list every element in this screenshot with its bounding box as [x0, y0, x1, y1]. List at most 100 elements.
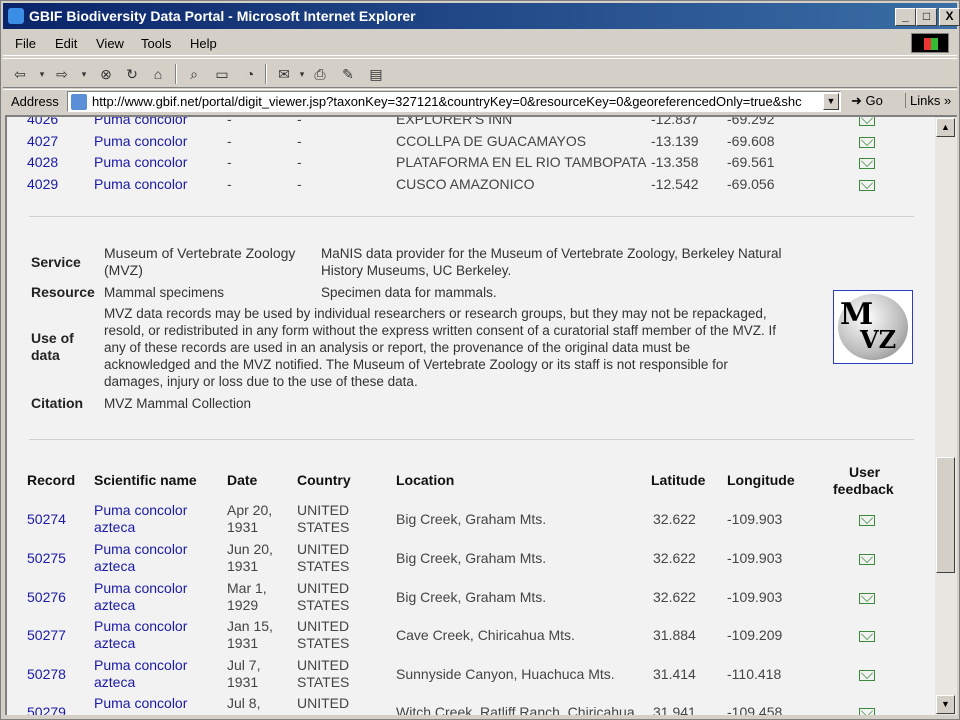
scientific-name-link-cont[interactable]: azteca: [94, 674, 135, 690]
forward-dropdown-icon[interactable]: ▾: [75, 65, 93, 83]
feedback-envelope-icon[interactable]: [859, 631, 875, 642]
latitude-cell: 31.414: [653, 666, 696, 682]
date-cell: -: [227, 176, 232, 192]
resource-label: Resource: [31, 284, 95, 300]
resource-description: Specimen data for mammals.: [321, 285, 497, 300]
minimize-button[interactable]: _: [895, 8, 916, 26]
feedback-envelope-icon[interactable]: [859, 137, 875, 148]
scientific-name-link[interactable]: Puma concolor: [94, 176, 187, 192]
feedback-envelope-icon[interactable]: [859, 593, 875, 604]
scientific-name-link[interactable]: Puma concolor: [94, 133, 187, 149]
scientific-name-link[interactable]: Puma concolor: [94, 154, 187, 170]
address-url[interactable]: http://www.gbif.net/portal/digit_viewer.…: [92, 94, 802, 109]
scrollbar-thumb[interactable]: [936, 457, 955, 573]
menu-file[interactable]: File: [15, 36, 36, 51]
window-title: GBIF Biodiversity Data Portal - Microsof…: [29, 8, 416, 24]
service-link-abbrev[interactable]: (MVZ): [104, 262, 143, 279]
feedback-envelope-icon[interactable]: [859, 158, 875, 169]
record-link[interactable]: 50274: [27, 511, 66, 527]
page-icon: [71, 94, 87, 110]
go-button[interactable]: ➜ Go: [851, 93, 883, 109]
toolbar: ⇦ ▾ ⇨ ▾ ⊗ ↻ ⌂ ⌕ ▭ ◔ ✉ ▾ ⎙ ✎ ▤: [3, 58, 957, 88]
header-user-feedback: User: [849, 464, 881, 480]
print-icon[interactable]: ⎙: [311, 65, 329, 83]
scientific-name-link[interactable]: Puma concolor: [94, 580, 187, 596]
country-cell: -: [297, 133, 302, 149]
header-country: Country: [297, 472, 351, 488]
record-link[interactable]: 4027: [27, 133, 58, 149]
scientific-name-link[interactable]: Puma concolor: [94, 657, 187, 673]
scientific-name-link[interactable]: Puma concolor: [94, 502, 187, 518]
longitude-cell: -109.903: [727, 550, 783, 566]
menu-help[interactable]: Help: [190, 36, 217, 51]
address-label: Address: [11, 94, 59, 109]
scientific-name-link[interactable]: Puma concolor: [94, 695, 187, 711]
menu-tools[interactable]: Tools: [141, 36, 171, 51]
feedback-envelope-icon[interactable]: [859, 554, 875, 565]
menu-view[interactable]: View: [96, 36, 124, 51]
maximize-button[interactable]: □: [916, 8, 937, 26]
mvz-logo[interactable]: M VZ: [833, 290, 913, 364]
vertical-scrollbar[interactable]: ▲ ▼: [935, 115, 957, 715]
record-link[interactable]: 50278: [27, 666, 66, 682]
feedback-envelope-icon[interactable]: [859, 708, 875, 715]
back-icon[interactable]: ⇦: [11, 65, 29, 83]
scientific-name-link[interactable]: Puma concolor: [94, 618, 187, 634]
feedback-envelope-icon[interactable]: [859, 117, 875, 126]
resource-value: Mammal specimens: [104, 285, 225, 300]
feedback-envelope-icon[interactable]: [859, 180, 875, 191]
location-cell: EXPLORER'S INN: [396, 115, 513, 127]
links-button[interactable]: Links »: [905, 93, 951, 108]
latitude-cell: 32.622: [653, 550, 696, 566]
record-link[interactable]: 50277: [27, 627, 66, 643]
date-cell-year: 1931: [227, 674, 259, 690]
record-link[interactable]: 50276: [27, 589, 66, 605]
scientific-name-link-cont[interactable]: azteca: [94, 635, 135, 651]
date-cell-year: 1929: [227, 597, 259, 613]
record-link[interactable]: 4028: [27, 154, 58, 170]
favorites-icon[interactable]: ▭: [213, 65, 231, 83]
feedback-envelope-icon[interactable]: [859, 670, 875, 681]
use-of-data-line: any of these records are used in an anal…: [104, 340, 691, 355]
home-icon[interactable]: ⌂: [149, 65, 167, 83]
forward-icon[interactable]: ⇨: [53, 65, 71, 83]
logo-letters-vz: VZ: [860, 325, 897, 354]
record-link[interactable]: 50279: [27, 704, 66, 715]
country-cell: UNITED: [297, 580, 350, 596]
scientific-name-link-cont[interactable]: azteca: [94, 597, 135, 613]
latitude-cell: -13.358: [651, 154, 699, 170]
record-link[interactable]: 4029: [27, 176, 58, 192]
address-input[interactable]: http://www.gbif.net/portal/digit_viewer.…: [67, 91, 841, 112]
service-link[interactable]: Museum of Vertebrate Zoology: [104, 245, 295, 262]
refresh-icon[interactable]: ↻: [123, 65, 141, 83]
stop-icon[interactable]: ⊗: [97, 65, 115, 83]
header-latitude: Latitude: [651, 472, 706, 488]
scroll-up-icon[interactable]: ▲: [936, 118, 955, 137]
mail-dropdown-icon[interactable]: ▾: [293, 65, 311, 83]
close-button[interactable]: X: [939, 8, 960, 26]
toolbar-separator: [175, 64, 177, 84]
back-dropdown-icon[interactable]: ▾: [33, 65, 51, 83]
search-icon[interactable]: ⌕: [185, 65, 203, 83]
record-link[interactable]: 50275: [27, 550, 66, 566]
feedback-envelope-icon[interactable]: [859, 515, 875, 526]
latitude-cell: -13.139: [651, 133, 699, 149]
date-cell-year: 1931: [227, 558, 259, 574]
history-icon[interactable]: ◔: [241, 65, 259, 83]
toolbar-separator: [265, 64, 267, 84]
country-cell-cont: STATES: [297, 597, 350, 613]
mail-icon[interactable]: ✉: [275, 65, 293, 83]
scientific-name-link-cont[interactable]: azteca: [94, 519, 135, 535]
record-link[interactable]: 4026: [27, 117, 58, 127]
menu-edit[interactable]: Edit: [55, 36, 77, 51]
header-scientific-name: Scientific name: [94, 472, 197, 488]
use-of-data-label-cont: data: [31, 347, 60, 363]
scientific-name-link-cont[interactable]: azteca: [94, 558, 135, 574]
address-dropdown-icon[interactable]: ▼: [823, 93, 839, 110]
scientific-name-link[interactable]: Puma concolor: [94, 541, 187, 557]
edit-icon[interactable]: ✎: [339, 65, 357, 83]
scroll-down-icon[interactable]: ▼: [936, 695, 955, 714]
country-cell: UNITED: [297, 657, 350, 673]
discuss-icon[interactable]: ▤: [367, 65, 385, 83]
scientific-name-link[interactable]: Puma concolor: [94, 117, 187, 127]
